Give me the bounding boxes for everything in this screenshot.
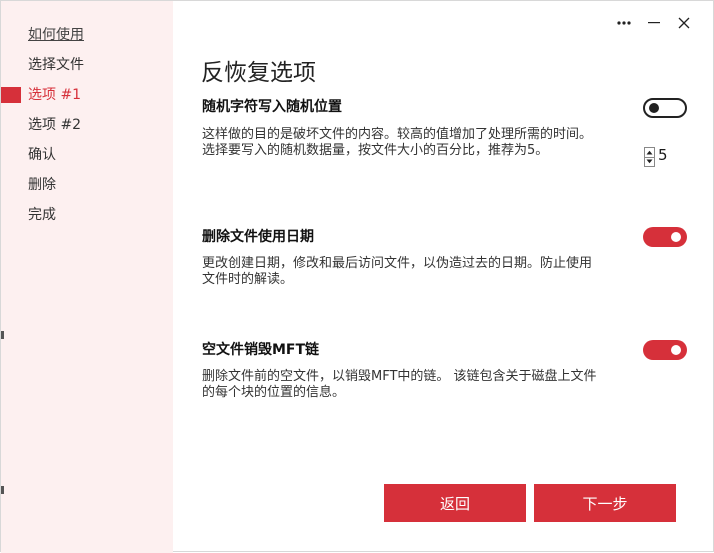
edge-mark bbox=[1, 486, 4, 494]
sidebar-item-option-2[interactable]: 选项 #2 bbox=[28, 115, 81, 135]
active-step-marker bbox=[1, 87, 21, 103]
sidebar-item-option-1[interactable]: 选项 #1 bbox=[28, 85, 81, 105]
sidebar-item-select-files[interactable]: 选择文件 bbox=[28, 55, 84, 75]
percent-stepper[interactable]: 5 bbox=[644, 146, 670, 167]
sidebar-item-finish[interactable]: 完成 bbox=[28, 205, 56, 225]
sidebar: 如何使用 选择文件 选项 #1 选项 #2 确认 删除 完成 bbox=[1, 1, 173, 553]
stepper-down-icon[interactable] bbox=[645, 157, 654, 166]
sidebar-item-delete[interactable]: 删除 bbox=[28, 175, 56, 195]
toggle-knob bbox=[671, 345, 681, 355]
toggle-mft-chain[interactable] bbox=[643, 340, 687, 360]
stepper-buttons bbox=[644, 147, 655, 167]
option-desc-delete-dates: 更改创建日期，修改和最后访问文件，以伪造过去的日期。防止使用文件时的解读。 bbox=[202, 256, 593, 287]
option-desc-random-write: 这样做的目的是破坏文件的内容。较高的值增加了处理所需的时间。 选择要写入的随机数… bbox=[202, 127, 593, 158]
sidebar-item-confirm[interactable]: 确认 bbox=[28, 145, 56, 165]
toggle-random-write[interactable] bbox=[643, 98, 687, 118]
toggle-knob bbox=[649, 103, 659, 113]
page-title: 反恢复选项 bbox=[201, 60, 316, 86]
next-button[interactable]: 下一步 bbox=[534, 484, 676, 522]
sidebar-item-how-to-use[interactable]: 如何使用 bbox=[28, 25, 84, 45]
option-desc-mft-chain: 删除文件前的空文件，以销毁MFT中的链。 该链包含关于磁盘上文件的每个块的位置的… bbox=[202, 369, 597, 400]
option-title-mft-chain: 空文件销毁MFT链 bbox=[202, 342, 320, 358]
option-title-random-write: 随机字符写入随机位置 bbox=[202, 99, 342, 115]
toggle-delete-dates[interactable] bbox=[643, 227, 687, 247]
edge-mark bbox=[1, 331, 4, 339]
main-panel: 反恢复选项 随机字符写入随机位置 这样做的目的是破坏文件的内容。较高的值增加了处… bbox=[173, 1, 713, 551]
option-title-delete-dates: 删除文件使用日期 bbox=[202, 229, 314, 245]
stepper-value[interactable]: 5 bbox=[658, 146, 668, 164]
toggle-knob bbox=[671, 232, 681, 242]
app-window: 如何使用 选择文件 选项 #1 选项 #2 确认 删除 完成 反恢复选项 随机字… bbox=[0, 0, 714, 553]
back-button[interactable]: 返回 bbox=[384, 484, 526, 522]
